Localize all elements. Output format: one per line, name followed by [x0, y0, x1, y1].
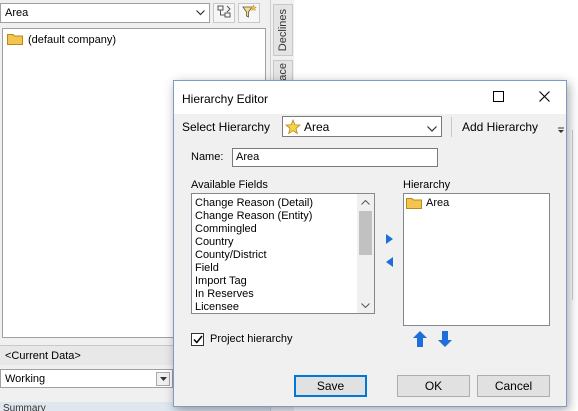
available-field-item[interactable]: In Reserves: [193, 288, 357, 301]
available-field-item[interactable]: County/District: [193, 249, 357, 262]
filter-star-icon: [241, 3, 257, 23]
close-icon: [538, 90, 550, 105]
available-fields-label: Available Fields: [191, 179, 268, 191]
project-hierarchy-label: Project hierarchy: [210, 333, 293, 345]
tree-item[interactable]: (default company): [7, 32, 116, 48]
chevron-down-icon: [156, 371, 170, 386]
maximize-icon: [492, 90, 504, 105]
tab-declines[interactable]: Declines: [273, 4, 293, 56]
arrow-up-icon: [413, 330, 427, 350]
project-hierarchy-checkbox[interactable]: [191, 333, 204, 346]
hierarchy-label: Hierarchy: [403, 179, 451, 191]
save-button[interactable]: Save: [294, 375, 367, 397]
arrow-left-icon: [385, 256, 393, 270]
scroll-thumb[interactable]: [359, 211, 372, 255]
hierarchy-editor-dialog: Hierarchy Editor Select Hierarchy Area A…: [173, 80, 567, 407]
available-field-item[interactable]: Licensee: [193, 301, 357, 313]
ok-button[interactable]: OK: [397, 375, 470, 397]
available-fields-items: Change Reason (Detail) Change Reason (Ent…: [193, 197, 357, 313]
dialog-titlebar: Hierarchy Editor: [174, 81, 566, 114]
tab-partial-label: ace: [277, 63, 289, 81]
chevron-down-icon: [427, 123, 437, 135]
select-hierarchy-value: Area: [304, 119, 330, 134]
data-select-value: Working: [5, 372, 46, 385]
folder-icon: [7, 32, 23, 48]
save-button-label: Save: [316, 379, 345, 393]
select-hierarchy-label: Select Hierarchy: [182, 120, 271, 134]
filter-button[interactable]: [238, 3, 260, 23]
name-field-value: Area: [236, 151, 260, 163]
maximize-button[interactable]: [476, 81, 520, 114]
hierarchy-list-item[interactable]: Area: [406, 196, 449, 209]
current-data-label: <Current Data>: [5, 349, 81, 362]
dialog-title: Hierarchy Editor: [182, 92, 269, 106]
data-select[interactable]: Working: [0, 369, 173, 388]
checkmark-icon: [192, 335, 203, 344]
hierarchy-select[interactable]: Area: [0, 3, 210, 23]
scroll-down-icon[interactable]: [357, 297, 374, 313]
available-fields-list[interactable]: Change Reason (Detail) Change Reason (Ent…: [191, 193, 375, 314]
cancel-button-label: Cancel: [494, 379, 533, 393]
name-field[interactable]: Area: [232, 148, 438, 167]
move-left-button[interactable]: [382, 256, 396, 270]
available-field-item[interactable]: Import Tag: [193, 275, 357, 288]
content-divider: [572, 130, 578, 300]
hierarchy-tool-icon: [216, 4, 232, 23]
arrow-down-icon: [438, 330, 452, 350]
name-label: Name:: [191, 151, 224, 163]
scroll-up-icon[interactable]: [357, 194, 374, 210]
available-field-item[interactable]: Change Reason (Entity): [193, 210, 357, 223]
overflow-dropdown-icon[interactable]: [557, 126, 565, 138]
available-fields-scrollbar[interactable]: [357, 194, 374, 313]
close-button[interactable]: [522, 81, 566, 114]
cancel-button[interactable]: Cancel: [477, 375, 550, 397]
hierarchy-select-value: Area: [5, 7, 29, 19]
available-field-item[interactable]: Commingled: [193, 223, 357, 236]
folder-icon: [406, 196, 422, 209]
move-up-button[interactable]: [412, 330, 428, 350]
tab-declines-label: Declines: [277, 8, 289, 52]
move-down-button[interactable]: [437, 330, 453, 350]
chevron-down-icon: [193, 6, 207, 20]
toolbar-separator: [451, 117, 452, 137]
arrow-right-icon: [385, 233, 393, 247]
add-hierarchy-link[interactable]: Add Hierarchy: [462, 120, 538, 134]
move-right-button[interactable]: [382, 233, 396, 247]
available-field-item[interactable]: Field: [193, 262, 357, 275]
summary-label: Summary: [3, 403, 46, 411]
ok-button-label: OK: [424, 379, 443, 393]
star-icon: [285, 118, 301, 135]
select-hierarchy-dropdown[interactable]: Area: [282, 116, 442, 137]
available-field-item[interactable]: Country: [193, 236, 357, 249]
hierarchy-item-label: Area: [426, 196, 450, 209]
hierarchy-editor-button[interactable]: [213, 3, 235, 23]
hierarchy-list[interactable]: Area: [403, 193, 550, 326]
tree-item-label: (default company): [28, 34, 117, 46]
available-field-item[interactable]: Change Reason (Detail): [193, 197, 357, 210]
